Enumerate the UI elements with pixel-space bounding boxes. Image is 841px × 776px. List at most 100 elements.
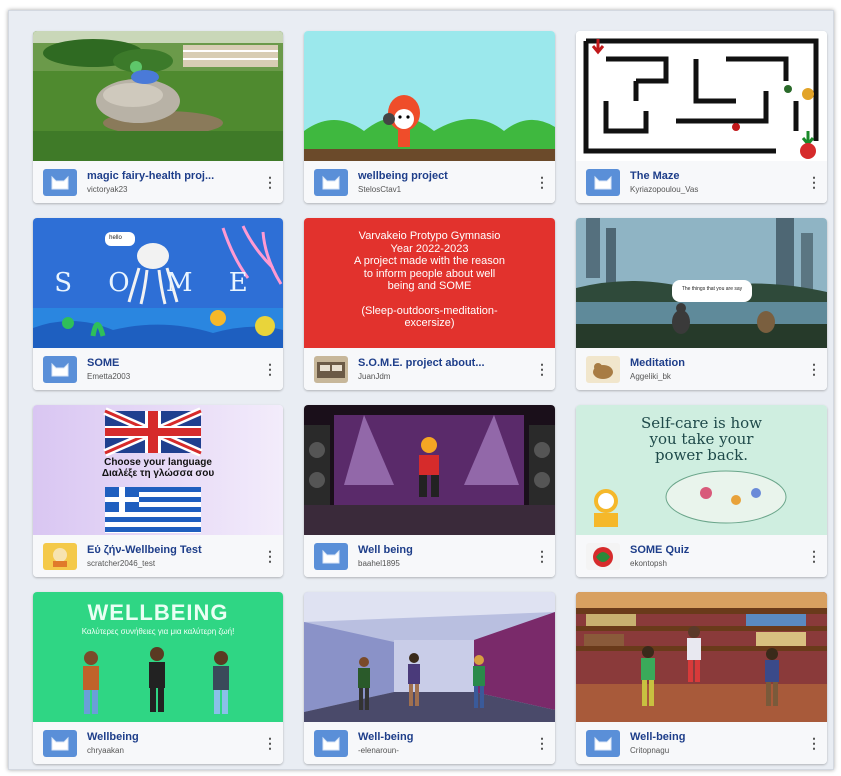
project-meta: Meditation Aggeliki_bk [630,356,807,382]
thumbnail-line: Self-care is how [641,414,762,432]
thumbnail-line: (Sleep-outdoors-meditation- [361,304,498,317]
scratch-cat-icon[interactable] [586,729,620,757]
project-author[interactable]: Critopnagu [630,745,807,756]
project-thumbnail[interactable] [304,592,555,722]
more-vertical-icon[interactable]: ⋮ [263,175,277,189]
scratch-cat-icon[interactable] [314,729,348,757]
more-vertical-icon[interactable]: ⋮ [807,736,821,750]
project-author[interactable]: victoryak23 [87,184,263,195]
project-thumbnail[interactable] [304,405,555,535]
project-title[interactable]: Well-being [358,730,535,744]
project-card[interactable]: The Maze Kyriazopoulou_Vas ⋮ [576,31,827,203]
project-card[interactable]: Well-being -elenaroun- ⋮ [304,592,555,764]
project-title[interactable]: Meditation [630,356,807,370]
project-title[interactable]: The Maze [630,169,807,183]
more-vertical-icon[interactable]: ⋮ [807,175,821,189]
thumbnail-heading: WELLBEING [87,600,229,625]
project-meta: Well being baahel1895 [358,543,535,569]
project-thumbnail[interactable] [576,592,827,722]
project-title[interactable]: Wellbeing [87,730,263,744]
project-info: S.O.M.E. project about... JuanJdm ⋮ [304,348,555,390]
project-author[interactable]: Aggeliki_bk [630,371,807,382]
thumbnail-text: S O M E [54,268,262,298]
project-thumbnail[interactable] [33,31,283,161]
project-card[interactable]: wellbeing project StelosCtav1 ⋮ [304,31,555,203]
project-info: Well being baahel1895 ⋮ [304,535,555,577]
thumbnail-line: Διαλέξε τη γλώσσα σου [101,468,215,479]
project-info: magic fairy-health proj... victoryak23 ⋮ [33,161,283,203]
project-author[interactable]: Emetta2003 [87,371,263,382]
scratch-cat-icon[interactable] [314,542,348,570]
project-thumbnail[interactable]: Varvakeio Protypo Gymnasio Year 2022-202… [304,218,555,348]
thumbnail-line: Varvakeio Protypo Gymnasio [358,230,501,242]
project-card[interactable]: Choose your language Διαλέξε τη γλώσσα σ… [33,405,283,577]
project-meta: Wellbeing chryaakan [87,730,263,756]
more-vertical-icon[interactable]: ⋮ [535,549,549,563]
project-info: Well-being Critopnagu ⋮ [576,722,827,764]
project-card[interactable]: S O M E hello SOME Emetta2003 ⋮ [33,218,283,390]
project-card[interactable]: Well being baahel1895 ⋮ [304,405,555,577]
project-thumbnail[interactable]: S O M E hello [33,218,283,348]
project-thumbnail[interactable]: Self-care is how you take your power bac… [576,405,827,535]
project-info: wellbeing project StelosCtav1 ⋮ [304,161,555,203]
more-vertical-icon[interactable]: ⋮ [807,362,821,376]
project-thumbnail[interactable]: The things that you are say [576,218,827,348]
more-vertical-icon[interactable]: ⋮ [535,736,549,750]
user-avatar[interactable] [586,542,620,570]
project-meta: Well-being Critopnagu [630,730,807,756]
thumbnail-line: excersize) [404,317,455,329]
more-vertical-icon[interactable]: ⋮ [535,175,549,189]
user-avatar[interactable] [314,355,348,383]
project-card[interactable]: The things that you are say Meditation A… [576,218,827,390]
project-grid: magic fairy-health proj... victoryak23 ⋮ [33,31,827,764]
project-author[interactable]: JuanJdm [358,371,535,382]
project-card[interactable]: Self-care is how you take your power bac… [576,405,827,577]
project-info: Well-being -elenaroun- ⋮ [304,722,555,764]
project-meta: SOME Quiz ekontopsh [630,543,807,569]
scratch-cat-icon[interactable] [43,729,77,757]
thumbnail-line [304,293,555,305]
user-avatar[interactable] [43,542,77,570]
project-thumbnail[interactable]: Choose your language Διαλέξε τη γλώσσα σ… [33,405,283,535]
project-card[interactable]: Well-being Critopnagu ⋮ [576,592,827,764]
project-author[interactable]: baahel1895 [358,558,535,569]
project-thumbnail[interactable] [576,31,827,161]
project-title[interactable]: SOME Quiz [630,543,807,557]
scratch-cat-icon[interactable] [43,355,77,383]
project-title[interactable]: Well being [358,543,535,557]
project-card[interactable]: WELLBEING Καλύτερες συνήθειες για μια κα… [33,592,283,764]
more-vertical-icon[interactable]: ⋮ [535,362,549,376]
scratch-cat-icon[interactable] [586,168,620,196]
project-title[interactable]: SOME [87,356,263,370]
more-vertical-icon[interactable]: ⋮ [263,549,277,563]
thumbnail-line: Choose your language [104,457,212,468]
project-author[interactable]: -elenaroun- [358,745,535,756]
project-title[interactable]: Well-being [630,730,807,744]
project-meta: wellbeing project StelosCtav1 [358,169,535,195]
scratch-cat-icon[interactable] [314,168,348,196]
thumbnail-line: you take your [649,430,754,448]
project-info: SOME Quiz ekontopsh ⋮ [576,535,827,577]
project-thumbnail[interactable]: WELLBEING Καλύτερες συνήθειες για μια κα… [33,592,283,722]
project-info: SOME Emetta2003 ⋮ [33,348,283,390]
project-author[interactable]: Kyriazopoulou_Vas [630,184,807,195]
project-author[interactable]: StelosCtav1 [358,184,535,195]
project-meta: Well-being -elenaroun- [358,730,535,756]
project-title[interactable]: wellbeing project [358,169,535,183]
scratch-cat-icon[interactable] [43,168,77,196]
projects-panel: magic fairy-health proj... victoryak23 ⋮ [8,10,834,770]
project-author[interactable]: chryaakan [87,745,263,756]
project-author[interactable]: ekontopsh [630,558,807,569]
project-thumbnail[interactable] [304,31,555,161]
project-title[interactable]: Εύ ζήν-Wellbeing Test [87,543,263,557]
project-title[interactable]: magic fairy-health proj... [87,169,263,183]
more-vertical-icon[interactable]: ⋮ [263,736,277,750]
project-card[interactable]: magic fairy-health proj... victoryak23 ⋮ [33,31,283,203]
project-author[interactable]: scratcher2046_test [87,558,263,569]
more-vertical-icon[interactable]: ⋮ [263,362,277,376]
project-card[interactable]: Varvakeio Protypo Gymnasio Year 2022-202… [304,218,555,390]
project-meta: The Maze Kyriazopoulou_Vas [630,169,807,195]
more-vertical-icon[interactable]: ⋮ [807,549,821,563]
user-avatar[interactable] [586,355,620,383]
project-title[interactable]: S.O.M.E. project about... [358,356,535,370]
